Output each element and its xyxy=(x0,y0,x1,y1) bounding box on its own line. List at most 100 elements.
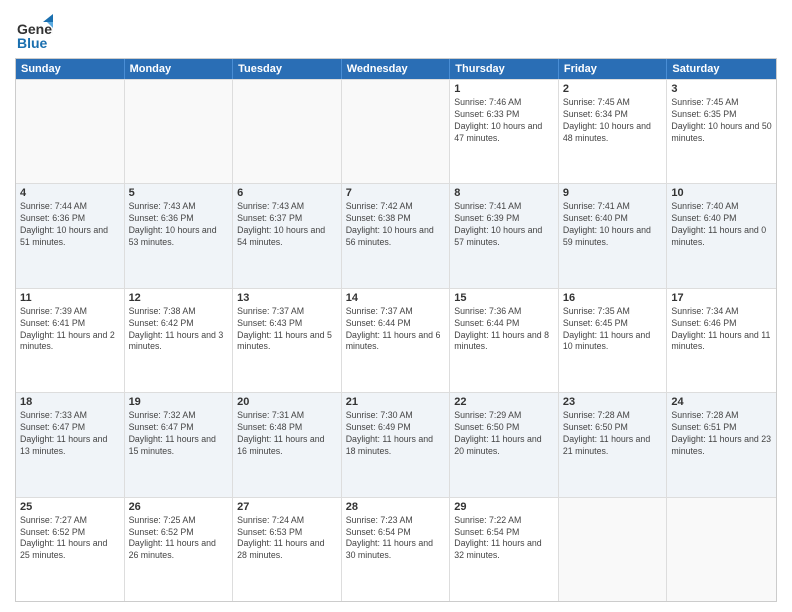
day-info: Sunrise: 7:43 AMSunset: 6:36 PMDaylight:… xyxy=(129,201,229,249)
day-number: 19 xyxy=(129,396,229,408)
day-number: 15 xyxy=(454,292,554,304)
cal-cell: 21 Sunrise: 7:30 AMSunset: 6:49 PMDayligh… xyxy=(342,393,451,496)
day-number: 24 xyxy=(671,396,772,408)
cal-cell: 2 Sunrise: 7:45 AMSunset: 6:34 PMDaylight… xyxy=(559,80,668,183)
page: General Blue SundayMondayTuesdayWednesda… xyxy=(0,0,792,612)
day-info: Sunrise: 7:22 AMSunset: 6:54 PMDaylight:… xyxy=(454,515,554,563)
cal-week-5: 25 Sunrise: 7:27 AMSunset: 6:52 PMDayligh… xyxy=(16,497,776,601)
cal-cell xyxy=(125,80,234,183)
day-number: 3 xyxy=(671,83,772,95)
day-info: Sunrise: 7:39 AMSunset: 6:41 PMDaylight:… xyxy=(20,306,120,354)
day-info: Sunrise: 7:42 AMSunset: 6:38 PMDaylight:… xyxy=(346,201,446,249)
day-number: 18 xyxy=(20,396,120,408)
cal-cell: 5 Sunrise: 7:43 AMSunset: 6:36 PMDaylight… xyxy=(125,184,234,287)
cal-cell: 12 Sunrise: 7:38 AMSunset: 6:42 PMDayligh… xyxy=(125,289,234,392)
cal-cell: 3 Sunrise: 7:45 AMSunset: 6:35 PMDaylight… xyxy=(667,80,776,183)
day-number: 14 xyxy=(346,292,446,304)
day-info: Sunrise: 7:28 AMSunset: 6:50 PMDaylight:… xyxy=(563,410,663,458)
day-number: 5 xyxy=(129,187,229,199)
day-info: Sunrise: 7:33 AMSunset: 6:47 PMDaylight:… xyxy=(20,410,120,458)
cal-cell: 26 Sunrise: 7:25 AMSunset: 6:52 PMDayligh… xyxy=(125,498,234,601)
cal-cell: 18 Sunrise: 7:33 AMSunset: 6:47 PMDayligh… xyxy=(16,393,125,496)
day-info: Sunrise: 7:38 AMSunset: 6:42 PMDaylight:… xyxy=(129,306,229,354)
day-info: Sunrise: 7:37 AMSunset: 6:43 PMDaylight:… xyxy=(237,306,337,354)
logo-icon: General Blue xyxy=(15,14,53,52)
day-info: Sunrise: 7:30 AMSunset: 6:49 PMDaylight:… xyxy=(346,410,446,458)
cal-cell: 14 Sunrise: 7:37 AMSunset: 6:44 PMDayligh… xyxy=(342,289,451,392)
day-number: 17 xyxy=(671,292,772,304)
day-number: 1 xyxy=(454,83,554,95)
day-info: Sunrise: 7:46 AMSunset: 6:33 PMDaylight:… xyxy=(454,97,554,145)
day-number: 10 xyxy=(671,187,772,199)
day-number: 13 xyxy=(237,292,337,304)
day-number: 28 xyxy=(346,501,446,513)
day-number: 26 xyxy=(129,501,229,513)
cal-week-1: 1 Sunrise: 7:46 AMSunset: 6:33 PMDaylight… xyxy=(16,79,776,183)
cal-cell: 6 Sunrise: 7:43 AMSunset: 6:37 PMDaylight… xyxy=(233,184,342,287)
day-info: Sunrise: 7:41 AMSunset: 6:40 PMDaylight:… xyxy=(563,201,663,249)
calendar: SundayMondayTuesdayWednesdayThursdayFrid… xyxy=(15,58,777,602)
cal-header-saturday: Saturday xyxy=(667,59,776,79)
day-number: 16 xyxy=(563,292,663,304)
svg-text:Blue: Blue xyxy=(17,35,48,51)
cal-cell: 24 Sunrise: 7:28 AMSunset: 6:51 PMDayligh… xyxy=(667,393,776,496)
day-info: Sunrise: 7:24 AMSunset: 6:53 PMDaylight:… xyxy=(237,515,337,563)
day-number: 22 xyxy=(454,396,554,408)
day-number: 21 xyxy=(346,396,446,408)
day-number: 29 xyxy=(454,501,554,513)
cal-cell xyxy=(559,498,668,601)
cal-cell: 11Sunrise: 7:39 AMSunset: 6:41 PMDayligh… xyxy=(16,289,125,392)
cal-header-tuesday: Tuesday xyxy=(233,59,342,79)
cal-cell: 17 Sunrise: 7:34 AMSunset: 6:46 PMDayligh… xyxy=(667,289,776,392)
day-info: Sunrise: 7:44 AMSunset: 6:36 PMDaylight:… xyxy=(20,201,120,249)
cal-cell: 27 Sunrise: 7:24 AMSunset: 6:53 PMDayligh… xyxy=(233,498,342,601)
day-info: Sunrise: 7:28 AMSunset: 6:51 PMDaylight:… xyxy=(671,410,772,458)
day-number: 6 xyxy=(237,187,337,199)
cal-cell: 13 Sunrise: 7:37 AMSunset: 6:43 PMDayligh… xyxy=(233,289,342,392)
day-info: Sunrise: 7:37 AMSunset: 6:44 PMDaylight:… xyxy=(346,306,446,354)
cal-cell xyxy=(16,80,125,183)
day-info: Sunrise: 7:32 AMSunset: 6:47 PMDaylight:… xyxy=(129,410,229,458)
day-number: 12 xyxy=(129,292,229,304)
cal-cell: 7 Sunrise: 7:42 AMSunset: 6:38 PMDaylight… xyxy=(342,184,451,287)
day-info: Sunrise: 7:35 AMSunset: 6:45 PMDaylight:… xyxy=(563,306,663,354)
cal-cell: 23 Sunrise: 7:28 AMSunset: 6:50 PMDayligh… xyxy=(559,393,668,496)
day-number: 25 xyxy=(20,501,120,513)
day-info: Sunrise: 7:45 AMSunset: 6:35 PMDaylight:… xyxy=(671,97,772,145)
cal-header-wednesday: Wednesday xyxy=(342,59,451,79)
day-info: Sunrise: 7:45 AMSunset: 6:34 PMDaylight:… xyxy=(563,97,663,145)
day-info: Sunrise: 7:34 AMSunset: 6:46 PMDaylight:… xyxy=(671,306,772,354)
cal-cell: 29 Sunrise: 7:22 AMSunset: 6:54 PMDayligh… xyxy=(450,498,559,601)
day-number: 7 xyxy=(346,187,446,199)
day-number: 20 xyxy=(237,396,337,408)
cal-week-3: 11Sunrise: 7:39 AMSunset: 6:41 PMDayligh… xyxy=(16,288,776,392)
cal-cell: 20Sunrise: 7:31 AMSunset: 6:48 PMDayligh… xyxy=(233,393,342,496)
day-number: 27 xyxy=(237,501,337,513)
cal-cell: 4Sunrise: 7:44 AMSunset: 6:36 PMDaylight… xyxy=(16,184,125,287)
cal-cell: 16 Sunrise: 7:35 AMSunset: 6:45 PMDayligh… xyxy=(559,289,668,392)
cal-header-friday: Friday xyxy=(559,59,668,79)
day-info: Sunrise: 7:25 AMSunset: 6:52 PMDaylight:… xyxy=(129,515,229,563)
cal-header-thursday: Thursday xyxy=(450,59,559,79)
cal-cell: 15 Sunrise: 7:36 AMSunset: 6:44 PMDayligh… xyxy=(450,289,559,392)
logo: General Blue xyxy=(15,14,53,52)
cal-header-sunday: Sunday xyxy=(16,59,125,79)
day-number: 2 xyxy=(563,83,663,95)
cal-header-monday: Monday xyxy=(125,59,234,79)
day-info: Sunrise: 7:36 AMSunset: 6:44 PMDaylight:… xyxy=(454,306,554,354)
day-number: 8 xyxy=(454,187,554,199)
day-info: Sunrise: 7:41 AMSunset: 6:39 PMDaylight:… xyxy=(454,201,554,249)
cal-cell: 19 Sunrise: 7:32 AMSunset: 6:47 PMDayligh… xyxy=(125,393,234,496)
day-info: Sunrise: 7:43 AMSunset: 6:37 PMDaylight:… xyxy=(237,201,337,249)
day-info: Sunrise: 7:27 AMSunset: 6:52 PMDaylight:… xyxy=(20,515,120,563)
cal-week-4: 18 Sunrise: 7:33 AMSunset: 6:47 PMDayligh… xyxy=(16,392,776,496)
day-number: 23 xyxy=(563,396,663,408)
cal-cell: 25 Sunrise: 7:27 AMSunset: 6:52 PMDayligh… xyxy=(16,498,125,601)
day-info: Sunrise: 7:23 AMSunset: 6:54 PMDaylight:… xyxy=(346,515,446,563)
calendar-body: 1 Sunrise: 7:46 AMSunset: 6:33 PMDaylight… xyxy=(16,79,776,601)
day-info: Sunrise: 7:40 AMSunset: 6:40 PMDaylight:… xyxy=(671,201,772,249)
cal-cell: 22Sunrise: 7:29 AMSunset: 6:50 PMDayligh… xyxy=(450,393,559,496)
cal-week-2: 4Sunrise: 7:44 AMSunset: 6:36 PMDaylight… xyxy=(16,183,776,287)
day-number: 9 xyxy=(563,187,663,199)
calendar-header: SundayMondayTuesdayWednesdayThursdayFrid… xyxy=(16,59,776,79)
